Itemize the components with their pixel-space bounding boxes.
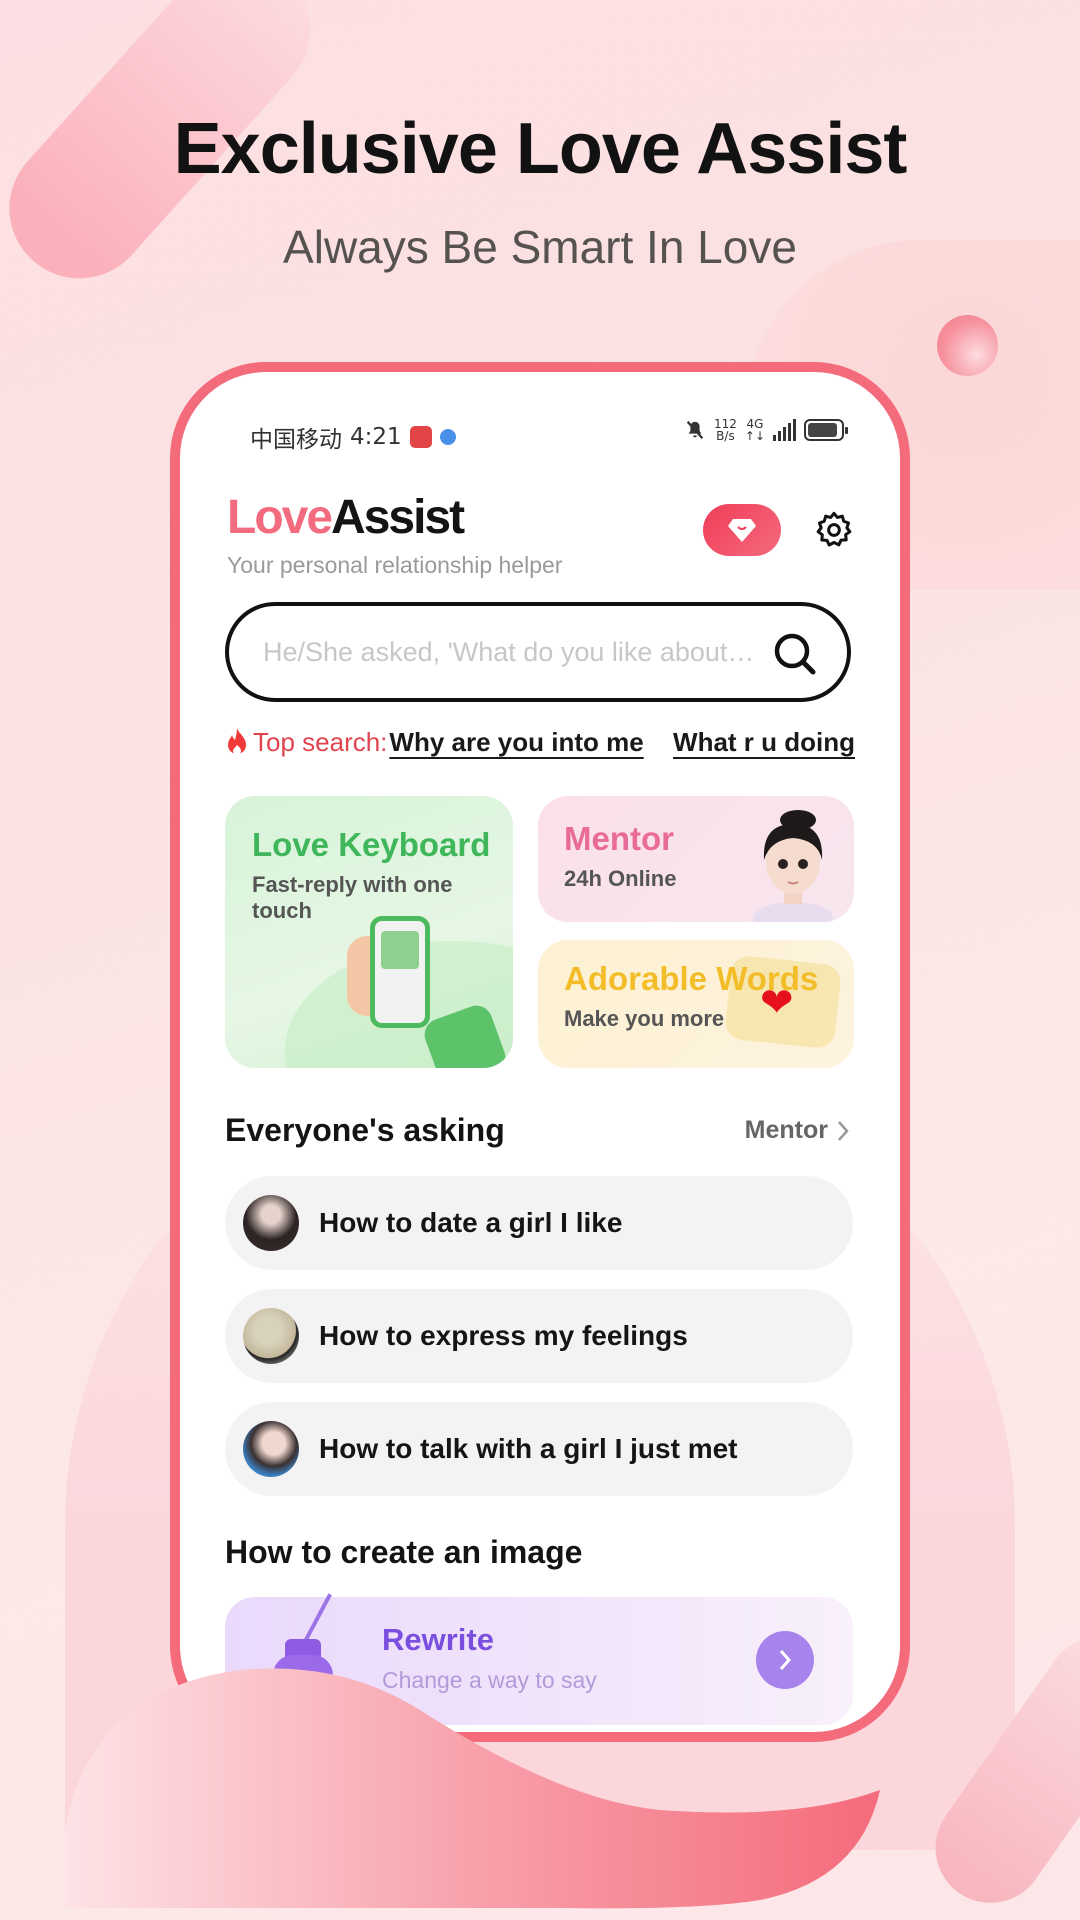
- avatar: [243, 1421, 299, 1477]
- top-search-link-2[interactable]: What r u doing: [673, 727, 855, 758]
- top-search-row: Top search: Why are you into me What r u…: [225, 724, 855, 760]
- diamond-icon: [728, 519, 756, 542]
- card-desc: Make you more: [564, 1006, 725, 1031]
- decorative-wave: [65, 1668, 880, 1909]
- search-input[interactable]: [263, 636, 763, 668]
- status-bar: 中国移动 4:21 112 B/s 4G ↑↓: [180, 372, 900, 472]
- question-item[interactable]: How to talk with a girl I just met: [225, 1402, 853, 1496]
- card-desc: Fast-reply with one touch: [252, 872, 453, 923]
- decorative-ball: [937, 315, 998, 376]
- search-bar: [225, 602, 851, 702]
- phone-illustration: [370, 916, 430, 1028]
- question-item[interactable]: How to date a girl I like: [225, 1176, 853, 1270]
- mute-bell-icon: [686, 420, 704, 440]
- everyone-asking-title: Everyone's asking: [225, 1112, 505, 1148]
- card-title: Mentor: [564, 820, 674, 857]
- question-text: How to express my feelings: [319, 1320, 688, 1351]
- status-left: 中国移动 4:21: [250, 420, 456, 454]
- love-keyboard-card[interactable]: Love Keyboard Fast-reply with one touch: [225, 796, 513, 1068]
- signal-icon: [773, 419, 796, 441]
- phone-frame: 中国移动 4:21 112 B/s 4G ↑↓ LoveAssist Your …: [170, 362, 910, 1742]
- network-type: 4G ↑↓: [744, 417, 765, 443]
- top-search-link-1[interactable]: Why are you into me: [389, 727, 643, 758]
- clock: 4:21: [350, 424, 402, 450]
- avatar: [243, 1308, 299, 1364]
- mentor-avatar: [753, 810, 833, 922]
- mentor-card[interactable]: Mentor 24h Online: [538, 796, 854, 922]
- question-item[interactable]: How to express my feelings: [225, 1289, 853, 1383]
- avatar: [243, 1195, 299, 1251]
- promo-headline: Exclusive Love Assist: [173, 109, 908, 189]
- status-right: 112 B/s 4G ↑↓: [684, 417, 848, 443]
- question-text: How to date a girl I like: [319, 1207, 623, 1238]
- search-icon[interactable]: [771, 630, 819, 678]
- mentor-more-link[interactable]: Mentor: [745, 1116, 850, 1145]
- carrier: 中国移动: [250, 427, 342, 453]
- card-title: Adorable Words: [564, 960, 819, 997]
- card-title: Love Keyboard: [252, 826, 491, 863]
- net-speed: 112 B/s: [713, 417, 737, 443]
- adorable-words-card[interactable]: ❤ Adorable Words Make you more: [538, 940, 854, 1068]
- app-tagline: Your personal relationship helper: [227, 552, 563, 578]
- battery-icon: [804, 419, 848, 441]
- card-desc: 24h Online: [564, 866, 677, 891]
- gear-icon[interactable]: [814, 510, 854, 550]
- browser-icon: [439, 429, 456, 445]
- create-image-title: How to create an image: [225, 1534, 583, 1570]
- vip-button[interactable]: [703, 504, 781, 556]
- huawei-app-icon: [409, 426, 432, 448]
- app-logo: LoveAssist: [227, 491, 465, 544]
- chevron-right-icon: [838, 1120, 849, 1141]
- promo-subheadline: Always Be Smart In Love: [283, 221, 797, 273]
- top-search-label: Top search:: [253, 726, 388, 757]
- flame-icon: [228, 728, 246, 755]
- question-text: How to talk with a girl I just met: [319, 1433, 738, 1464]
